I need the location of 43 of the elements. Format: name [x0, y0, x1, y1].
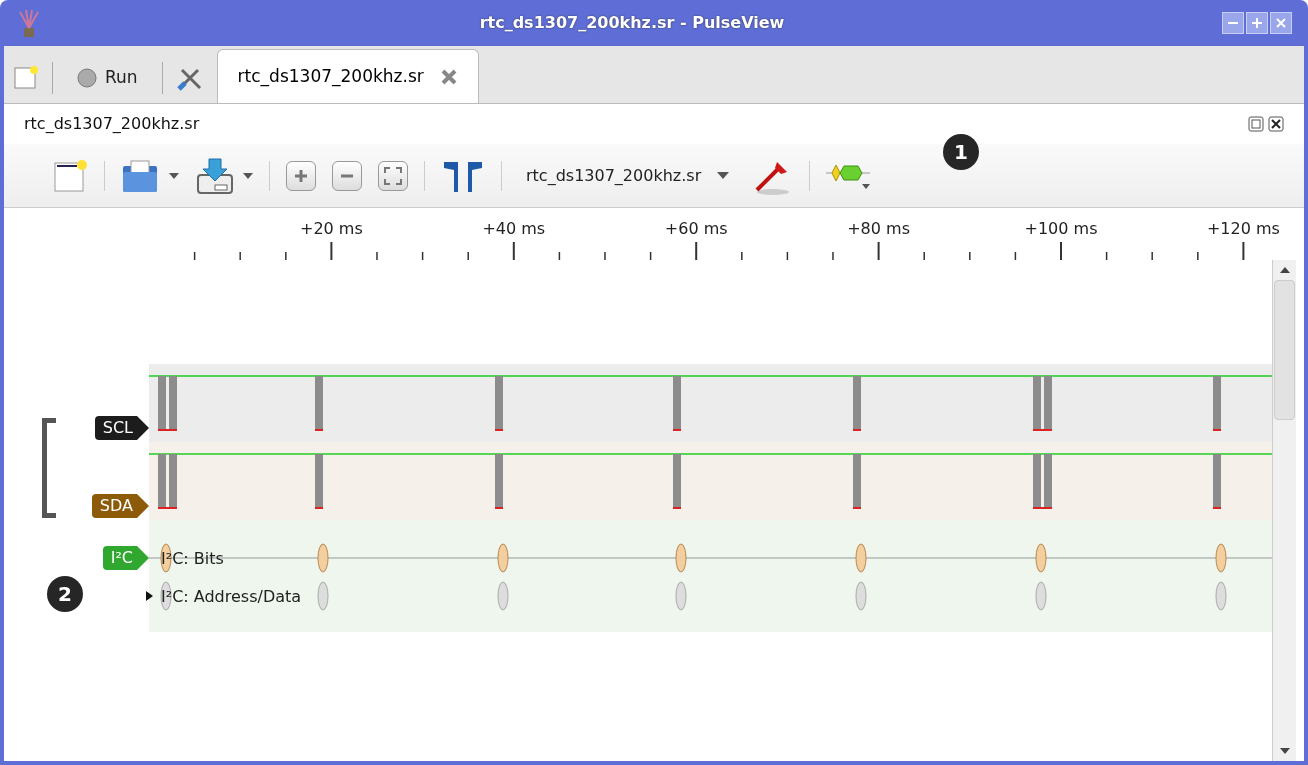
time-label: +40 ms — [482, 219, 546, 238]
float-icon[interactable] — [1248, 116, 1264, 132]
close-icon[interactable] — [1268, 116, 1284, 132]
scroll-down-icon[interactable] — [1279, 748, 1290, 754]
decoder-row-label: I²C: Bits — [161, 548, 224, 570]
device-dropdown[interactable]: rtc_ds1307_200khz.sr — [518, 158, 738, 193]
minimize-icon[interactable] — [1222, 12, 1244, 34]
session-tab[interactable]: rtc_ds1307_200khz.sr — [216, 49, 479, 103]
save-button[interactable] — [195, 156, 253, 195]
record-icon — [77, 68, 97, 88]
tab-label: rtc_ds1307_200khz.sr — [237, 64, 424, 89]
caret-icon — [243, 172, 253, 179]
minus-icon — [340, 173, 354, 178]
channel-label[interactable]: SCL — [94, 416, 149, 440]
fit-icon — [384, 166, 402, 185]
time-label: +80 ms — [847, 219, 910, 238]
run-button[interactable]: Run — [65, 60, 150, 96]
time-label: +60 ms — [664, 219, 728, 238]
scrollbar-thumb[interactable] — [1274, 280, 1295, 420]
scroll-up-icon[interactable] — [1279, 267, 1290, 273]
time-label: +120 ms — [1206, 219, 1280, 238]
maximize-icon[interactable] — [1246, 12, 1268, 34]
callout-badge: 2 — [47, 576, 83, 612]
open-button[interactable] — [121, 157, 179, 194]
zoom-in-button[interactable] — [286, 160, 316, 191]
window-title: rtc_ds1307_200khz.sr - PulseView — [478, 12, 786, 34]
zoom-fit-button[interactable] — [378, 160, 408, 191]
caret-icon — [717, 172, 730, 179]
time-label: +100 ms — [1024, 219, 1098, 238]
channel-label[interactable]: SDA — [91, 494, 149, 518]
expand-arrow-icon[interactable] — [146, 591, 153, 601]
caret-icon — [862, 184, 871, 189]
decoder-button[interactable] — [826, 162, 871, 189]
vertical-scrollbar[interactable] — [1272, 260, 1296, 761]
plus-icon — [293, 167, 309, 184]
app-logo-icon — [16, 8, 42, 38]
callout-badge: 1 — [943, 134, 979, 170]
zoom-out-button[interactable] — [332, 160, 362, 191]
caret-icon — [169, 172, 179, 179]
decoder-row-label: I²C: Address/Data — [161, 586, 302, 608]
new-view-button[interactable] — [52, 157, 88, 194]
time-label: +20 ms — [300, 219, 363, 238]
session-title: rtc_ds1307_200khz.sr — [24, 113, 200, 135]
